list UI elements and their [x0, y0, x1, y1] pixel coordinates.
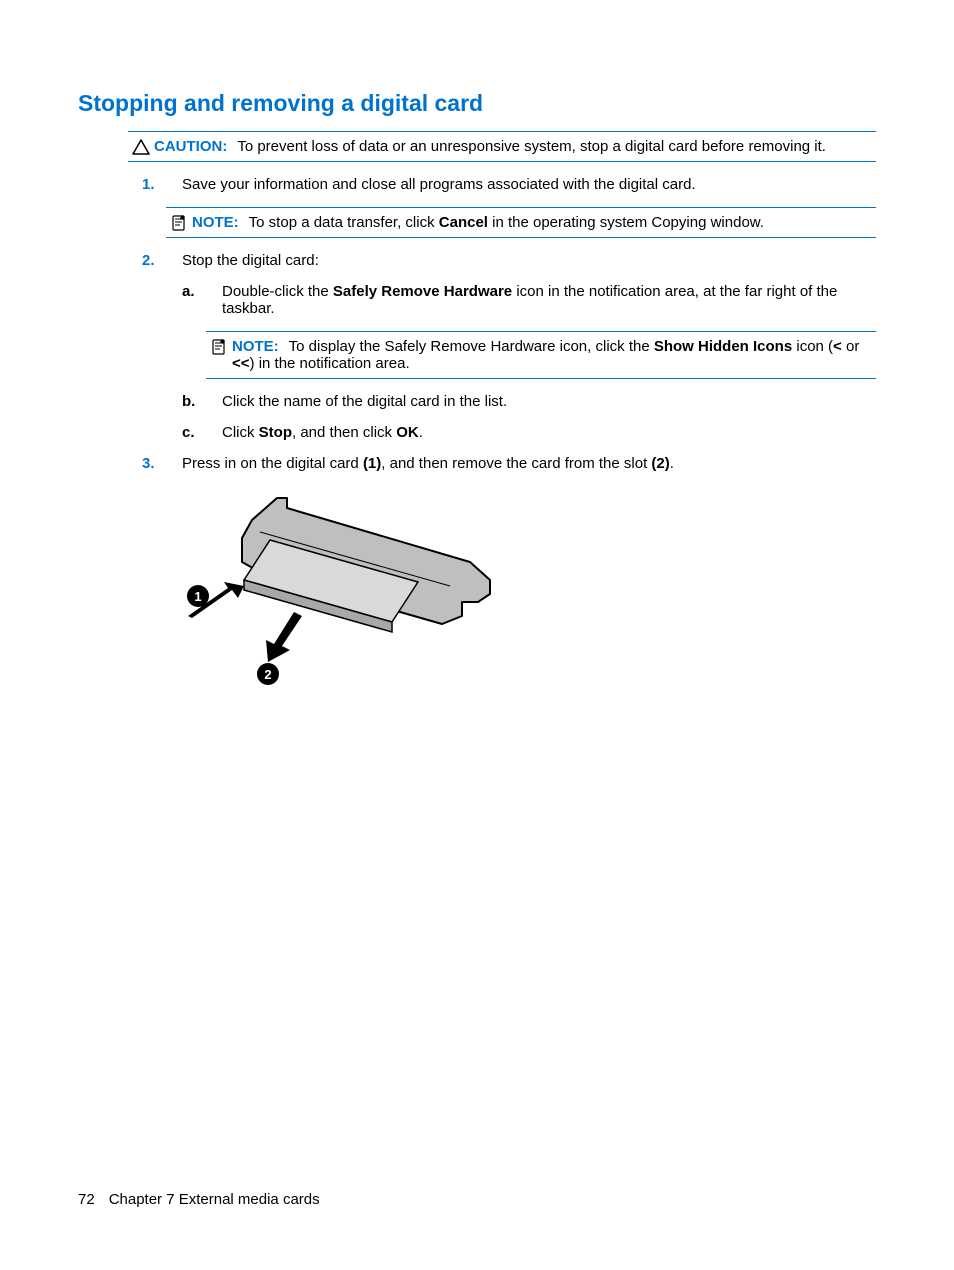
caution-callout: CAUTION:To prevent loss of data or an un… [128, 131, 876, 162]
main-steps-list: 1. Save your information and close all p… [142, 176, 876, 700]
caution-text: CAUTION:To prevent loss of data or an un… [154, 138, 876, 155]
note-icon [210, 339, 228, 355]
note-text: NOTE:To stop a data transfer, click Canc… [192, 214, 876, 231]
substep-text: Click Stop, and then click OK. [222, 424, 423, 441]
step-3: 3. Press in on the digital card (1), and… [142, 455, 876, 700]
note-text: NOTE:To display the Safely Remove Hardwa… [232, 338, 876, 372]
step-text: Press in on the digital card (1), and th… [182, 455, 674, 472]
note-icon [170, 215, 188, 231]
substep-letter: b. [182, 393, 195, 410]
substep-letter: a. [182, 283, 195, 300]
step-number: 1. [142, 176, 155, 193]
substep-letter: c. [182, 424, 195, 441]
section-heading: Stopping and removing a digital card [78, 90, 876, 117]
note-label: NOTE: [192, 214, 239, 231]
page-number: 72 [78, 1191, 95, 1208]
step-1: 1. Save your information and close all p… [142, 176, 876, 238]
digital-card-figure: 1 2 [182, 490, 876, 700]
svg-text:1: 1 [194, 589, 201, 604]
step-2c: c. Click Stop, and then click OK. [182, 424, 876, 441]
step-2: 2. Stop the digital card: a. Double-clic… [142, 252, 876, 441]
page-footer: 72 Chapter 7 External media cards [78, 1191, 320, 1208]
step-number: 2. [142, 252, 155, 269]
note-callout: NOTE:To display the Safely Remove Hardwa… [206, 331, 876, 379]
substep-text: Click the name of the digital card in th… [222, 393, 507, 410]
substep-text: Double-click the Safely Remove Hardware … [222, 283, 837, 317]
step-text: Save your information and close all prog… [182, 176, 696, 193]
caution-label: CAUTION: [154, 138, 227, 155]
step-2b: b. Click the name of the digital card in… [182, 393, 876, 410]
step-text: Stop the digital card: [182, 252, 319, 269]
caution-icon [132, 139, 150, 155]
note-label: NOTE: [232, 338, 279, 355]
step-number: 3. [142, 455, 155, 472]
step-2a: a. Double-click the Safely Remove Hardwa… [182, 283, 876, 379]
sub-steps-list: a. Double-click the Safely Remove Hardwa… [182, 283, 876, 441]
note-callout: NOTE:To stop a data transfer, click Canc… [166, 207, 876, 238]
svg-text:2: 2 [264, 667, 271, 682]
chapter-label: Chapter 7 External media cards [109, 1191, 320, 1208]
